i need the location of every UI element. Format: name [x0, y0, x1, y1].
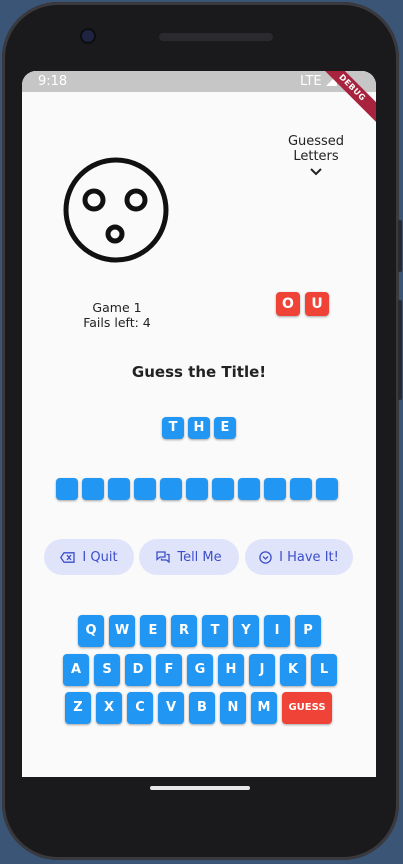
status-time: 9:18	[38, 74, 68, 89]
hidden-word	[56, 478, 338, 500]
i-have-it-label: I Have It!	[279, 549, 339, 565]
guessed-letters-label: Guessed Letters	[287, 134, 345, 164]
tell-me-button[interactable]: Tell Me	[139, 539, 239, 575]
guessed-letter-tile: O	[276, 292, 300, 316]
key-k[interactable]: K	[280, 654, 306, 686]
game-info: Game 1 Fails left: 4	[62, 300, 172, 330]
power-button	[398, 220, 402, 272]
key-c[interactable]: C	[127, 692, 153, 724]
key-p[interactable]: P	[295, 615, 321, 647]
page-title: Guess the Title!	[131, 363, 267, 381]
hidden-letter-tile	[264, 478, 286, 500]
key-t[interactable]: T	[202, 615, 228, 647]
key-x[interactable]: X	[96, 692, 122, 724]
hidden-letter-tile	[290, 478, 312, 500]
hidden-letter-tile	[186, 478, 208, 500]
earpiece-speaker	[159, 33, 273, 41]
guessed-letter-tile: U	[305, 292, 329, 316]
key-l[interactable]: L	[311, 654, 337, 686]
quit-label: I Quit	[82, 549, 118, 565]
key-f[interactable]: F	[156, 654, 182, 686]
guessed-letter-tiles: O U	[276, 292, 329, 316]
key-q[interactable]: Q	[78, 615, 104, 647]
guessed-letters-toggle[interactable]: Guessed Letters	[276, 134, 356, 176]
hidden-letter-tile	[212, 478, 234, 500]
status-network: LTE	[300, 74, 322, 89]
key-w[interactable]: W	[109, 615, 135, 647]
hidden-letter-tile	[108, 478, 130, 500]
key-d[interactable]: D	[125, 654, 151, 686]
surprised-face-icon	[63, 157, 169, 263]
revealed-letter-tile: E	[214, 417, 236, 439]
key-r[interactable]: R	[171, 615, 197, 647]
key-z[interactable]: Z	[65, 692, 91, 724]
status-bar: 9:18 LTE	[22, 71, 376, 92]
check-circle-icon	[259, 550, 272, 564]
key-b[interactable]: B	[189, 692, 215, 724]
key-j[interactable]: J	[249, 654, 275, 686]
home-indicator[interactable]	[150, 786, 250, 790]
key-y[interactable]: Y	[233, 615, 259, 647]
key-v[interactable]: V	[158, 692, 184, 724]
hidden-letter-tile	[134, 478, 156, 500]
quit-button[interactable]: I Quit	[44, 539, 134, 575]
volume-button	[398, 300, 402, 400]
key-i[interactable]: I	[264, 615, 290, 647]
key-e[interactable]: E	[140, 615, 166, 647]
tell-me-label: Tell Me	[177, 549, 222, 565]
app-screen: 9:18 LTE DEBUG Guessed Letters Game 1 Fa…	[22, 71, 376, 777]
hidden-letter-tile	[56, 478, 78, 500]
guess-button[interactable]: GUESS	[282, 692, 332, 724]
chevron-down-icon	[310, 168, 322, 176]
hidden-letter-tile	[160, 478, 182, 500]
i-have-it-button[interactable]: I Have It!	[245, 539, 353, 575]
revealed-word: T H E	[162, 417, 236, 439]
key-g[interactable]: G	[187, 654, 213, 686]
key-m[interactable]: M	[251, 692, 277, 724]
revealed-letter-tile: H	[188, 417, 210, 439]
backspace-icon	[60, 551, 76, 563]
hidden-letter-tile	[82, 478, 104, 500]
key-a[interactable]: A	[63, 654, 89, 686]
fails-left: Fails left: 4	[83, 315, 151, 330]
hidden-letter-tile	[238, 478, 260, 500]
key-h[interactable]: H	[218, 654, 244, 686]
hidden-letter-tile	[316, 478, 338, 500]
revealed-letter-tile: T	[162, 417, 184, 439]
chat-icon	[156, 551, 170, 563]
front-camera	[82, 30, 94, 42]
key-s[interactable]: S	[94, 654, 120, 686]
key-n[interactable]: N	[220, 692, 246, 724]
game-number: Game 1	[92, 300, 142, 315]
